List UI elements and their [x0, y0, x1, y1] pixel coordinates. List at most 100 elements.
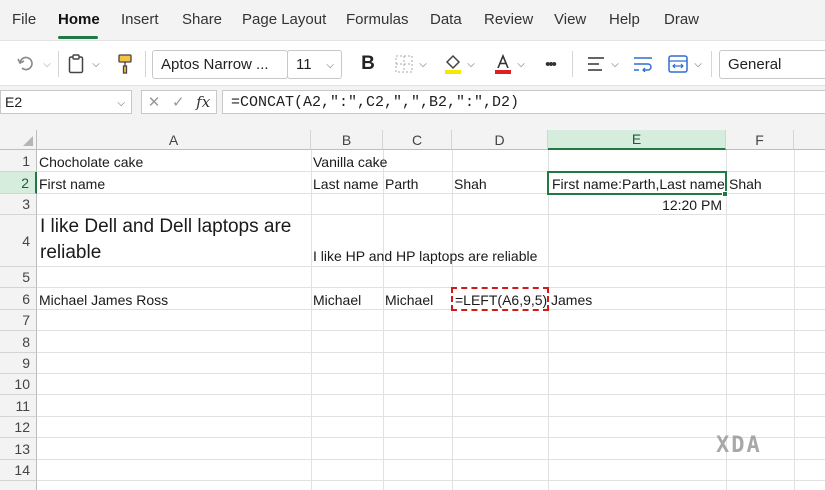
column-header-g[interactable]	[794, 130, 825, 150]
fx-icon[interactable]: fx	[196, 93, 210, 111]
gridline	[37, 373, 825, 374]
active-cell-e2[interactable]: First name:Parth,Last name	[547, 171, 727, 195]
gridline	[311, 150, 312, 490]
cell-c6[interactable]: Michael	[383, 288, 452, 310]
bold-button[interactable]: B	[356, 51, 380, 77]
xda-watermark-logo: XDA	[716, 433, 762, 458]
ribbon-separator	[58, 51, 59, 77]
undo-button[interactable]: ⌵	[14, 51, 54, 77]
chevron-down-icon: ⌵	[517, 58, 525, 70]
gridline	[452, 150, 453, 490]
row-header-3[interactable]: 3	[0, 194, 37, 215]
menu-home[interactable]: Home	[58, 11, 100, 28]
undo-icon	[17, 56, 33, 71]
row-header-9[interactable]: 9	[0, 353, 37, 374]
row-header-8[interactable]: 8	[0, 331, 37, 353]
formula-input[interactable]: =CONCAT(A2,":",C2,",",B2,":",D2)	[222, 90, 825, 114]
gridline	[37, 394, 825, 395]
chevron-down-icon: ⌵	[611, 58, 619, 70]
menu-page-layout[interactable]: Page Layout	[242, 11, 326, 28]
menu-formulas[interactable]: Formulas	[346, 11, 409, 28]
bold-icon: B	[361, 53, 375, 74]
row-header-14[interactable]: 14	[0, 460, 37, 481]
menu-help[interactable]: Help	[609, 11, 640, 28]
row-header-1[interactable]: 1	[0, 150, 37, 172]
cell-d6[interactable]: =LEFT(A6,9,5)	[453, 289, 547, 309]
row-header-12[interactable]: 12	[0, 417, 37, 438]
row-header-10[interactable]: 10	[0, 374, 37, 395]
wrap-text-button[interactable]	[630, 51, 656, 77]
select-all-corner[interactable]	[0, 130, 37, 150]
formula-bar: E2 ⌵ ✕ ✓ fx =CONCAT(A2,":",C2,",",B2,":"…	[0, 86, 825, 117]
menu-share[interactable]: Share	[182, 11, 222, 28]
column-header-b[interactable]: B	[311, 130, 383, 150]
merge-button[interactable]: ⌵	[664, 51, 706, 77]
select-all-icon	[23, 136, 33, 146]
cell-a1[interactable]: Chocholate cake	[37, 150, 311, 172]
cell-b6[interactable]: Michael	[311, 288, 383, 310]
row-header-2[interactable]: 2	[0, 172, 37, 194]
number-format-dropdown[interactable]: General	[719, 50, 825, 79]
row-header-7[interactable]: 7	[0, 310, 37, 331]
gridline	[37, 437, 825, 438]
menu-data[interactable]: Data	[430, 11, 462, 28]
paste-button[interactable]: ⌵	[64, 51, 104, 77]
gridline	[37, 352, 825, 353]
cell-e6[interactable]: James	[549, 288, 726, 310]
cancel-icon[interactable]: ✕	[148, 93, 161, 111]
menu-file[interactable]: File	[12, 11, 36, 28]
menu-view[interactable]: View	[554, 11, 586, 28]
column-header-f[interactable]: F	[726, 130, 794, 150]
chevron-down-icon: ⌵	[92, 58, 100, 70]
format-painter-button[interactable]	[113, 51, 137, 77]
align-button[interactable]: ⌵	[582, 51, 624, 77]
ribbon: ⌵ ⌵ Aptos Narrow ... 11 ⌵ B ⌵ ⌵ ⌵ ••• ⌵	[0, 40, 825, 86]
menu-draw[interactable]: Draw	[664, 11, 699, 28]
name-box[interactable]: E2 ⌵	[0, 90, 132, 114]
borders-button[interactable]: ⌵	[390, 51, 432, 77]
cell-e3[interactable]: 12:20 PM	[548, 194, 726, 215]
gridline	[37, 459, 825, 460]
cell-a6[interactable]: Michael James Ross	[37, 288, 311, 310]
column-header-c[interactable]: C	[383, 130, 452, 150]
number-format-value: General	[728, 56, 782, 73]
formula-controls: ✕ ✓ fx	[141, 90, 217, 114]
row-header-4[interactable]: 4	[0, 215, 37, 267]
column-header-d[interactable]: D	[452, 130, 548, 150]
fill-color-button[interactable]: ⌵	[438, 51, 480, 77]
fill-color-icon	[445, 54, 462, 74]
cell-d2[interactable]: Shah	[452, 172, 548, 194]
column-header-e[interactable]: E	[548, 130, 726, 150]
row-header-15[interactable]	[0, 481, 37, 490]
row-header-13[interactable]: 13	[0, 438, 37, 460]
column-header-a[interactable]: A	[37, 130, 311, 150]
cell-a4[interactable]: I like Dell and Dell laptops are reliabl…	[37, 215, 311, 267]
name-box-value: E2	[5, 94, 23, 110]
font-size-dropdown[interactable]: 11 ⌵	[287, 50, 342, 79]
borders-icon	[395, 55, 413, 73]
cell-a2[interactable]: First name	[37, 172, 311, 194]
format-painter-icon	[118, 54, 132, 74]
chevron-down-icon: ⌵	[694, 58, 702, 70]
row-header-11[interactable]: 11	[0, 395, 37, 417]
cell-f2[interactable]: Shah	[727, 172, 794, 194]
font-size-value: 11	[296, 56, 312, 73]
wrap-text-icon	[634, 57, 652, 72]
cell-b4[interactable]: I like HP and HP laptops are reliable	[311, 215, 611, 267]
menu-review[interactable]: Review	[484, 11, 533, 28]
font-color-icon	[495, 53, 512, 74]
ribbon-separator	[572, 51, 573, 77]
cell-b1[interactable]: Vanilla cake	[311, 150, 452, 172]
font-name-dropdown[interactable]: Aptos Narrow ...	[152, 50, 288, 79]
cell-b2[interactable]: Last name	[311, 172, 383, 194]
cell-e2[interactable]: First name:Parth,Last name	[550, 173, 725, 193]
check-icon[interactable]: ✓	[172, 93, 185, 111]
row-header-6[interactable]: 6	[0, 288, 37, 310]
more-options-button[interactable]: •••	[536, 51, 564, 77]
cell-c2[interactable]: Parth	[383, 172, 452, 194]
row-header-5[interactable]: 5	[0, 267, 37, 288]
clipboard-icon	[68, 54, 84, 74]
menu-insert[interactable]: Insert	[121, 11, 159, 28]
font-color-button[interactable]: ⌵	[488, 51, 530, 77]
copy-marquee-d6: =LEFT(A6,9,5)	[451, 287, 549, 311]
